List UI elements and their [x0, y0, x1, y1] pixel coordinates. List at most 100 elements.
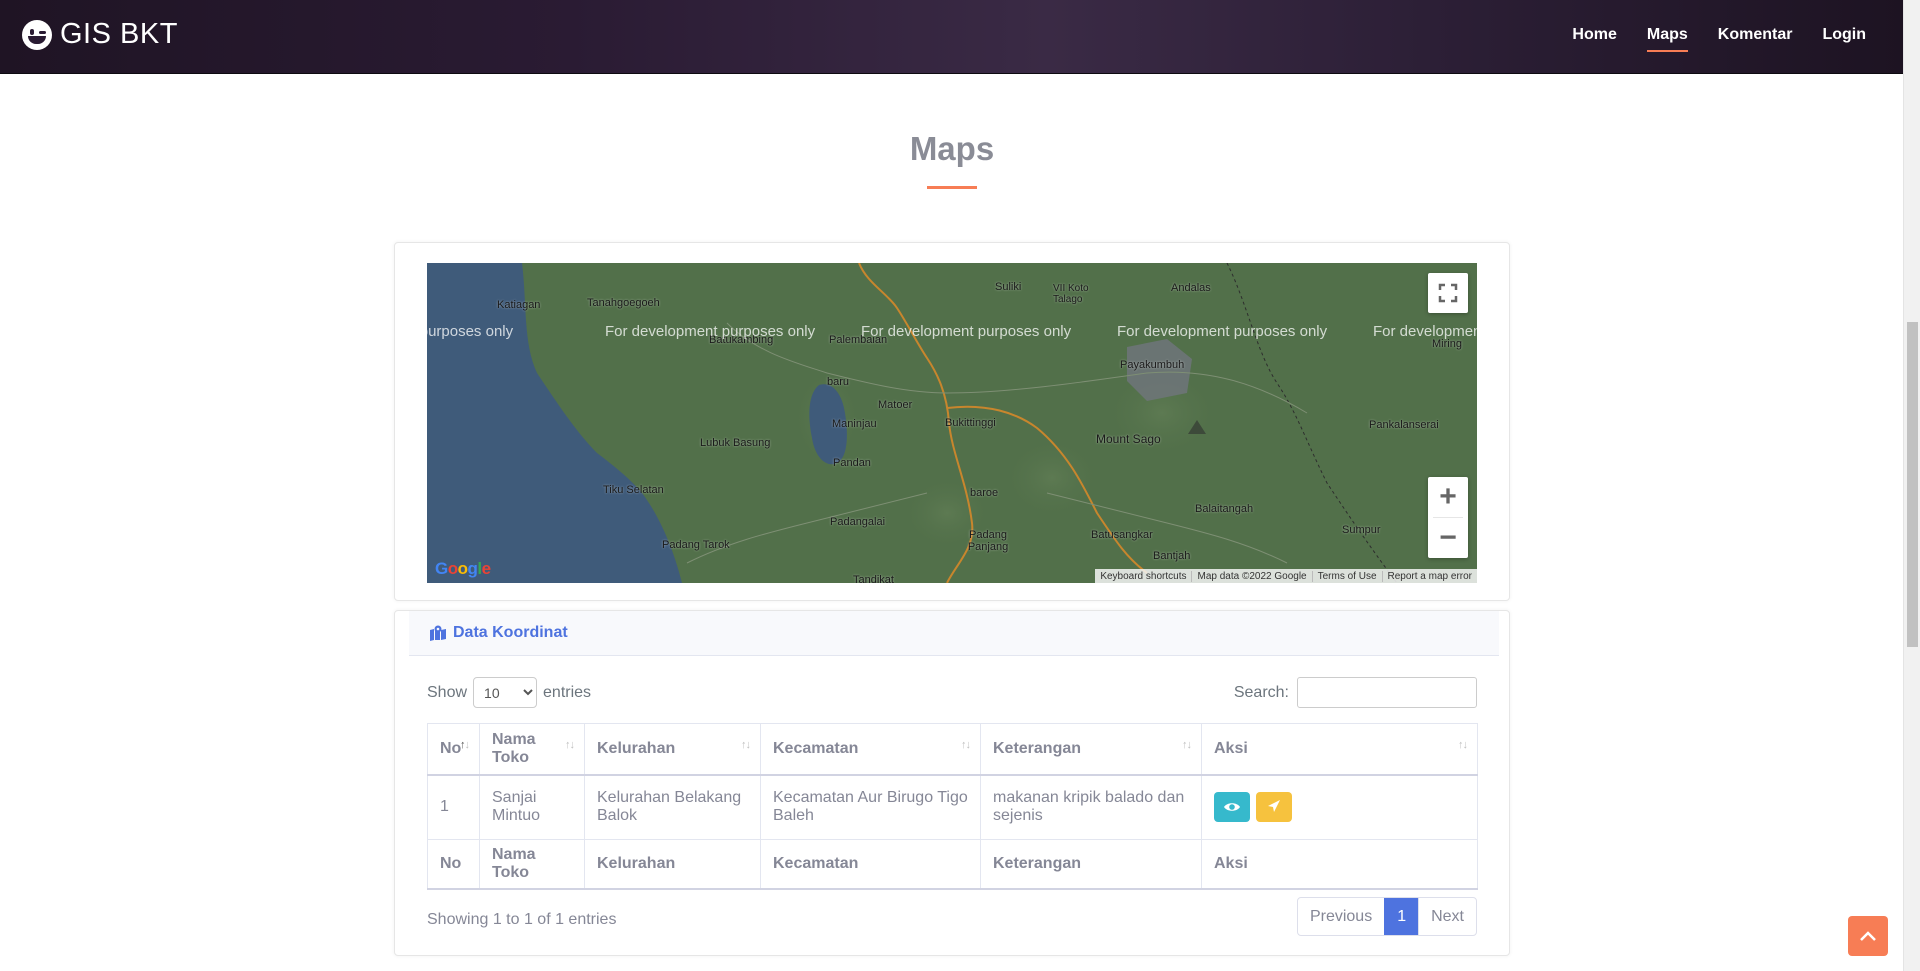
pagination-page-1[interactable]: 1	[1384, 898, 1419, 935]
zoom-in-button[interactable]: +	[1428, 477, 1468, 517]
foot-kelurahan: Kelurahan	[584, 839, 761, 890]
table-header-row: No ↑↓ Nama Toko ↑↓ Kelurahan ↑↓ Kecamatan ↑↓…	[427, 723, 1478, 776]
show-label: Show	[427, 683, 468, 701]
google-map[interactable]: Katiagan Tanahgoegoeh Batukambing Palemb…	[427, 263, 1477, 583]
location-arrow-icon	[1268, 800, 1281, 813]
map-label: Balaitangah	[1195, 503, 1254, 515]
cell-aksi	[1201, 774, 1478, 840]
map-label: Sumpur	[1342, 524, 1381, 536]
map-label: Pandan	[833, 457, 871, 469]
sort-icon: ↑↓	[1458, 739, 1468, 751]
view-button[interactable]	[1214, 792, 1250, 823]
map-label: Suliki	[995, 281, 1022, 293]
data-koordinat-card: Data Koordinat Show 10 entries Search: N…	[394, 610, 1510, 956]
sort-icon: ↑↓	[961, 739, 971, 751]
zoom-out-button[interactable]: −	[1428, 518, 1468, 558]
map-marked-icon	[430, 625, 446, 641]
map-attribution: Keyboard shortcuts Map data ©2022 Google…	[1095, 569, 1477, 583]
map-watermark: For development purposes only	[427, 323, 514, 340]
map-watermark: For development purposes only	[861, 323, 1072, 340]
map-label: Mount Sago	[1096, 432, 1161, 446]
vertical-scrollbar[interactable]	[1903, 0, 1920, 971]
map-label: Katiagan	[497, 299, 541, 311]
nav-home[interactable]: Home	[1572, 26, 1616, 52]
map-watermark: For development purposes only	[1117, 323, 1328, 340]
map-label: Pankalanserai	[1369, 419, 1439, 431]
back-to-top-button[interactable]	[1848, 916, 1888, 956]
map-label: Tiku Selatan	[603, 484, 664, 496]
keyboard-shortcuts-link[interactable]: Keyboard shortcuts	[1095, 571, 1191, 582]
foot-aksi: Aksi	[1201, 839, 1478, 890]
map-label: baroe	[970, 487, 999, 499]
map-watermark: For development purposes only	[1373, 323, 1477, 340]
entries-select[interactable]: 10	[473, 677, 538, 708]
table-row: 1 Sanjai Mintuo Kelurahan Belakang Balok…	[427, 774, 1478, 840]
col-kelurahan[interactable]: Kelurahan ↑↓	[584, 723, 761, 776]
map-label: Padang Tarok	[662, 539, 730, 551]
col-no[interactable]: No ↑↓	[427, 723, 480, 776]
cell-no: 1	[427, 774, 480, 840]
map-card: Katiagan Tanahgoegoeh Batukambing Palemb…	[394, 242, 1510, 601]
map-label: Tandikat	[853, 574, 894, 583]
nav-maps[interactable]: Maps	[1646, 26, 1688, 52]
title-underline	[927, 186, 977, 189]
map-label: Batusangkar	[1091, 529, 1153, 541]
col-aksi[interactable]: Aksi ↑↓	[1201, 723, 1478, 776]
cell-keterangan: makanan kripik balado dan sejenis	[980, 774, 1202, 840]
map-label: Bantjah	[1153, 550, 1191, 562]
map-label: Lubuk Basung	[700, 437, 771, 449]
map-watermark: For development purposes only	[605, 323, 816, 340]
fullscreen-button[interactable]	[1428, 273, 1468, 313]
section-heading: Maps	[0, 130, 1904, 189]
map-label: Maninjau	[832, 418, 877, 430]
search-label: Search:	[1233, 683, 1289, 701]
cell-kecamatan: Kecamatan Aur Birugo Tigo Baleh	[760, 774, 981, 840]
nav-komentar[interactable]: Komentar	[1718, 26, 1793, 52]
navigate-button[interactable]	[1256, 792, 1293, 823]
col-kecamatan[interactable]: Kecamatan ↑↓	[760, 723, 981, 776]
map-data-text: Map data ©2022 Google	[1191, 570, 1311, 582]
map-label: Payakumbuh	[1120, 359, 1185, 371]
sort-icon: ↑↓	[1182, 739, 1192, 751]
table-search: Search:	[1234, 677, 1477, 708]
main-nav: Home Maps Komentar Login	[1572, 26, 1866, 52]
map-label: Padangalai	[830, 516, 886, 528]
brand[interactable]: GIS BKT	[22, 18, 178, 51]
sort-icon: ↑↓	[741, 739, 751, 751]
card-title-text: Data Koordinat	[453, 624, 568, 641]
chevron-up-icon	[1860, 931, 1876, 941]
report-error-link[interactable]: Report a map error	[1381, 570, 1477, 582]
nav-login[interactable]: Login	[1822, 26, 1866, 52]
sort-icon: ↑↓	[565, 739, 575, 751]
col-nama-toko[interactable]: Nama Toko ↑↓	[479, 723, 585, 776]
eye-icon	[1224, 803, 1240, 811]
pagination-previous[interactable]: Previous	[1298, 898, 1384, 935]
foot-kecamatan: Kecamatan	[760, 839, 981, 890]
top-navbar: GIS BKT Home Maps Komentar Login	[0, 0, 1904, 74]
data-table: No ↑↓ Nama Toko ↑↓ Kelurahan ↑↓ Kecamatan ↑↓…	[427, 723, 1478, 890]
table-info: Showing 1 to 1 of 1 entries	[427, 911, 617, 928]
map-label: Tanahgoegoeh	[587, 297, 660, 309]
terms-link[interactable]: Terms of Use	[1311, 570, 1382, 582]
card-header: Data Koordinat	[409, 611, 1499, 656]
page-title: Maps	[909, 130, 995, 167]
google-logo: Google	[435, 559, 491, 578]
pagination: Previous 1 Next	[1296, 897, 1477, 936]
smiley-logo-icon	[22, 19, 52, 50]
pagination-next[interactable]: Next	[1418, 898, 1476, 935]
zoom-controls: + −	[1428, 477, 1468, 558]
search-input[interactable]	[1297, 677, 1477, 708]
foot-keterangan: Keterangan	[980, 839, 1202, 890]
map-label: Padang Panjang	[967, 529, 1009, 553]
scrollbar-thumb[interactable]	[1907, 322, 1918, 647]
page-length-control: Show 10 entries	[427, 677, 591, 708]
brand-name: GIS BKT	[60, 18, 178, 50]
cell-nama-toko: Sanjai Mintuo	[479, 774, 585, 840]
col-keterangan[interactable]: Keterangan ↑↓	[980, 723, 1202, 776]
table-footer-row: No Nama Toko Kelurahan Kecamatan Keteran…	[427, 839, 1478, 890]
map-label: Matoer	[878, 399, 913, 411]
entries-label: entries	[543, 683, 592, 701]
map-label: Andalas	[1171, 282, 1211, 294]
sort-asc-icon: ↑↓	[460, 739, 470, 751]
foot-no: No	[427, 839, 480, 890]
